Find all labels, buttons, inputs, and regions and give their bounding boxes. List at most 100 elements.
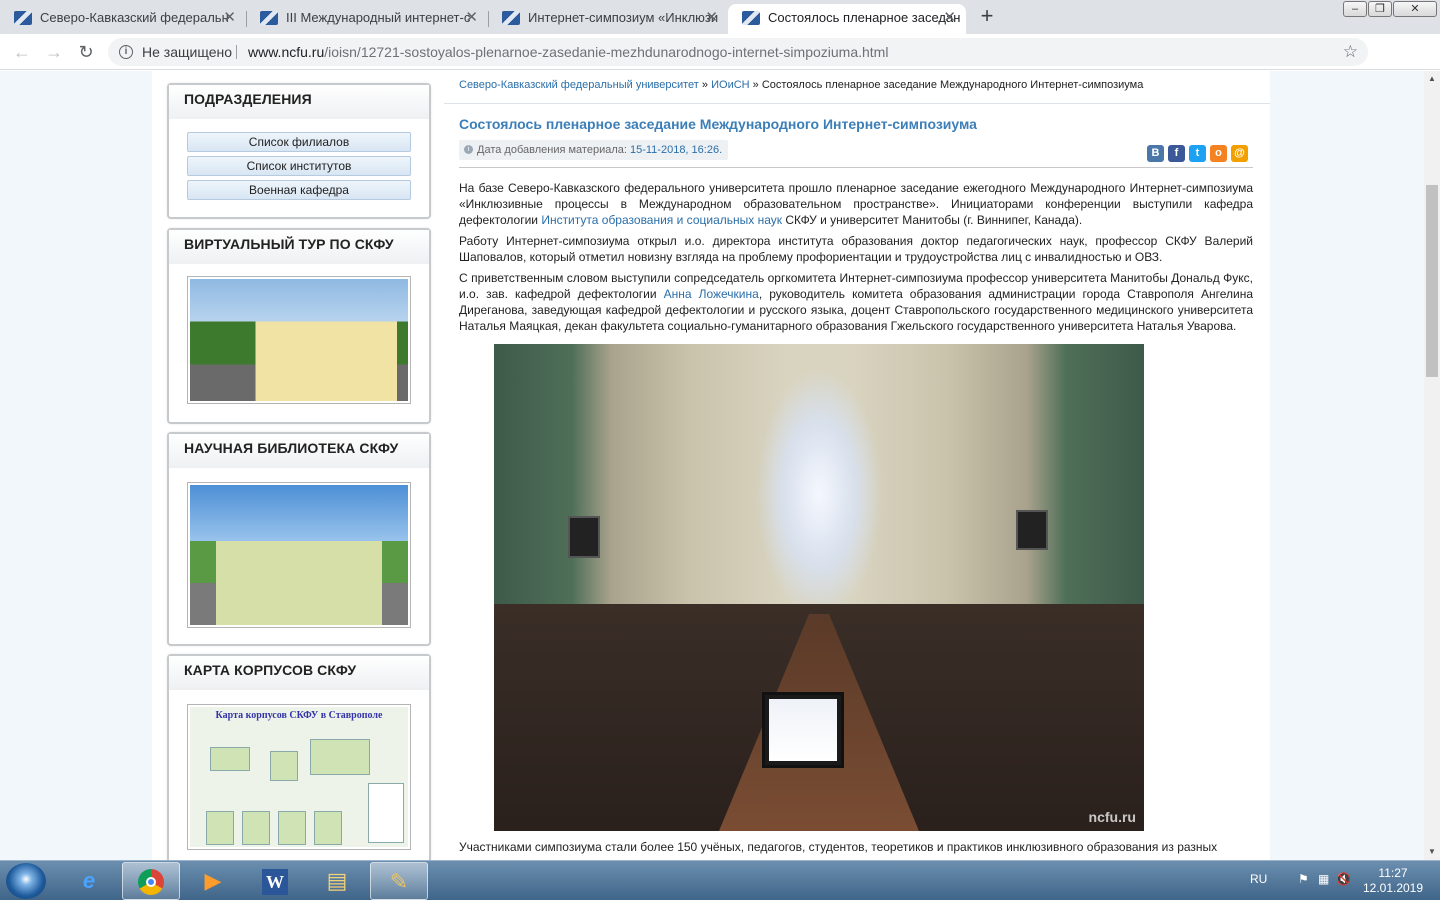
map-block xyxy=(278,811,306,845)
breadcrumb: Северо-Кавказский федеральный университе… xyxy=(459,79,1259,91)
date-label: Дата добавления материала: xyxy=(477,144,627,156)
institute-link[interactable]: Института образования и социальных наук xyxy=(541,213,782,227)
close-icon[interactable]: ✕ xyxy=(465,4,478,32)
chrome-icon[interactable] xyxy=(122,862,180,900)
breadcrumb-university-link[interactable]: Северо-Кавказский федеральный университе… xyxy=(459,79,699,91)
browser-tabstrip: Северо-Кавказский федеральн ✕ III Междун… xyxy=(0,0,1440,34)
breadcrumb-divider xyxy=(444,103,1270,104)
military-department-link[interactable]: Военная кафедра xyxy=(187,180,411,200)
map-block xyxy=(242,811,270,845)
widget-title: Научная библиотека СКФУ xyxy=(169,434,429,468)
scroll-up-arrow-icon[interactable]: ▲ xyxy=(1424,71,1440,87)
minimize-icon[interactable]: – xyxy=(1343,1,1367,17)
file-explorer-icon[interactable]: ▤ xyxy=(308,862,366,900)
window-close-icon[interactable]: ✕ xyxy=(1393,1,1437,17)
close-icon[interactable]: ✕ xyxy=(705,4,718,32)
volume-muted-icon[interactable]: 🔇 xyxy=(1336,872,1351,886)
paragraph-4: Участниками симпозиума стали более 150 у… xyxy=(459,840,1218,854)
photo-screen-right xyxy=(1016,510,1048,550)
word-icon[interactable]: W xyxy=(246,862,304,900)
close-icon[interactable]: ✕ xyxy=(943,4,956,32)
person-link[interactable]: Анна Ложечкина xyxy=(664,287,759,301)
media-player-icon[interactable]: ▶ xyxy=(184,862,242,900)
library-widget: Научная библиотека СКФУ xyxy=(167,432,431,646)
vk-icon[interactable]: B xyxy=(1147,145,1164,162)
clock-time: 11:27 xyxy=(1378,866,1408,880)
map-block xyxy=(206,811,234,845)
map-block xyxy=(210,747,250,771)
scroll-down-arrow-icon[interactable]: ▼ xyxy=(1424,844,1440,860)
breadcrumb-current: Состоялось пленарное заседание Междунаро… xyxy=(761,79,1144,91)
virtual-tour-image[interactable] xyxy=(187,276,411,404)
tab-3-title: Интернет-симпозиум «Инклюзи xyxy=(528,10,719,25)
tab-4-active[interactable]: Состоялось пленарное заседан ✕ xyxy=(728,4,966,34)
breadcrumb-ioisn-link[interactable]: ИОиСН xyxy=(711,79,750,91)
ncfu-favicon-icon xyxy=(260,11,278,25)
maximize-icon[interactable]: ❐ xyxy=(1368,1,1392,17)
page-scrollbar[interactable]: ▲ ▼ xyxy=(1424,71,1440,860)
ncfu-favicon-icon xyxy=(742,11,760,25)
taskbar-clock[interactable]: 11:27 12.01.2019 xyxy=(1358,866,1428,896)
close-icon[interactable]: ✕ xyxy=(223,4,236,32)
paragraph-2: Работу Интернет-симпозиума открыл и.о. д… xyxy=(459,234,1253,264)
odnoklassniki-icon[interactable]: o xyxy=(1210,145,1227,162)
twitter-icon[interactable]: t xyxy=(1189,145,1206,162)
library-image[interactable] xyxy=(187,482,411,628)
tray-flag-icon[interactable]: ⚑ xyxy=(1298,872,1309,886)
widget-title: Карта корпусов СКФУ xyxy=(169,656,429,690)
forward-arrow-icon[interactable]: → xyxy=(42,40,66,64)
info-icon[interactable]: i xyxy=(119,45,133,59)
library-building-photo xyxy=(190,485,408,625)
facebook-icon[interactable]: f xyxy=(1168,145,1185,162)
p1-text-b: СКФУ и университет Манитобы (г. Виннипег… xyxy=(782,213,1083,227)
title-divider xyxy=(459,167,1253,168)
map-block xyxy=(314,811,342,845)
article-title: Состоялось пленарное заседание Междунаро… xyxy=(459,116,977,132)
campus-map-widget: Карта корпусов СКФУ Карта корпусов СКФУ … xyxy=(167,654,431,860)
tab-2[interactable]: III Международный интернет-с ✕ xyxy=(246,4,488,34)
tab-3[interactable]: Интернет-симпозиум «Инклюзи ✕ xyxy=(488,4,728,34)
paint-icon[interactable]: ✎ xyxy=(370,862,428,900)
omnibox-divider xyxy=(236,45,237,59)
map-block xyxy=(270,751,298,781)
url-path: /ioisn/12721-sostoyalos-plenarnoe-zaseda… xyxy=(324,44,889,60)
breadcrumb-separator: » xyxy=(701,79,709,91)
university-building-photo xyxy=(190,279,408,401)
ncfu-favicon-icon xyxy=(502,11,520,25)
institutes-list-link[interactable]: Список институтов xyxy=(187,156,411,176)
page-viewport: Подразделения Список филиалов Список инс… xyxy=(0,71,1424,860)
mailru-icon[interactable]: @ xyxy=(1231,145,1248,162)
windows-taskbar: e ▶ W ▤ ✎ RU ⚑ ▦ 🔇 11:27 12.01.2019 xyxy=(0,860,1440,900)
breadcrumb-separator: » xyxy=(752,79,759,91)
tab-1[interactable]: Северо-Кавказский федеральн ✕ xyxy=(0,4,246,34)
bookmark-star-icon[interactable]: ☆ xyxy=(1343,38,1358,66)
campus-map-picture: Карта корпусов СКФУ в Ставрополе xyxy=(190,707,408,847)
network-icon[interactable]: ▦ xyxy=(1318,872,1329,886)
photo-watermark: ncfu.ru xyxy=(1088,809,1136,825)
browser-toolbar: ← → ↻ i Не защищено www.ncfu.ru/ioisn/12… xyxy=(0,34,1440,96)
photo-monitor xyxy=(762,692,844,768)
security-label[interactable]: Не защищено xyxy=(142,38,232,66)
reload-icon[interactable]: ↻ xyxy=(74,40,98,64)
publish-date: i Дата добавления материала: 15-11-2018,… xyxy=(459,140,729,160)
internet-explorer-icon[interactable]: e xyxy=(60,862,118,900)
url-text[interactable]: www.ncfu.ru/ioisn/12721-sostoyalos-plena… xyxy=(248,38,888,66)
new-tab-plus-icon[interactable]: + xyxy=(976,4,998,30)
widget-title: Виртуальный тур по СКФУ xyxy=(169,230,429,264)
language-indicator[interactable]: RU xyxy=(1250,872,1267,886)
map-caption: Карта корпусов СКФУ в Ставрополе xyxy=(215,710,383,721)
branches-list-link[interactable]: Список филиалов xyxy=(187,132,411,152)
subdivisions-widget: Подразделения Список филиалов Список инс… xyxy=(167,83,431,219)
windows-start-icon[interactable] xyxy=(6,863,46,899)
back-arrow-icon[interactable]: ← xyxy=(10,40,34,64)
paragraph-1: На базе Северо-Кавказского федерального … xyxy=(459,180,1253,228)
scroll-thumb[interactable] xyxy=(1426,185,1438,377)
address-bar[interactable]: i Не защищено www.ncfu.ru/ioisn/12721-so… xyxy=(108,38,1368,66)
conference-hall-photo[interactable]: ncfu.ru xyxy=(494,344,1144,831)
left-sidebar: Подразделения Список филиалов Список инс… xyxy=(152,71,444,860)
article-content: Северо-Кавказский федеральный университе… xyxy=(444,71,1270,860)
widget-title: Подразделения xyxy=(169,85,429,119)
campus-map-image[interactable]: Карта корпусов СКФУ в Ставрополе xyxy=(187,704,411,850)
paragraph-3: С приветственным словом выступили сопред… xyxy=(459,270,1253,334)
virtual-tour-widget: Виртуальный тур по СКФУ xyxy=(167,228,431,424)
